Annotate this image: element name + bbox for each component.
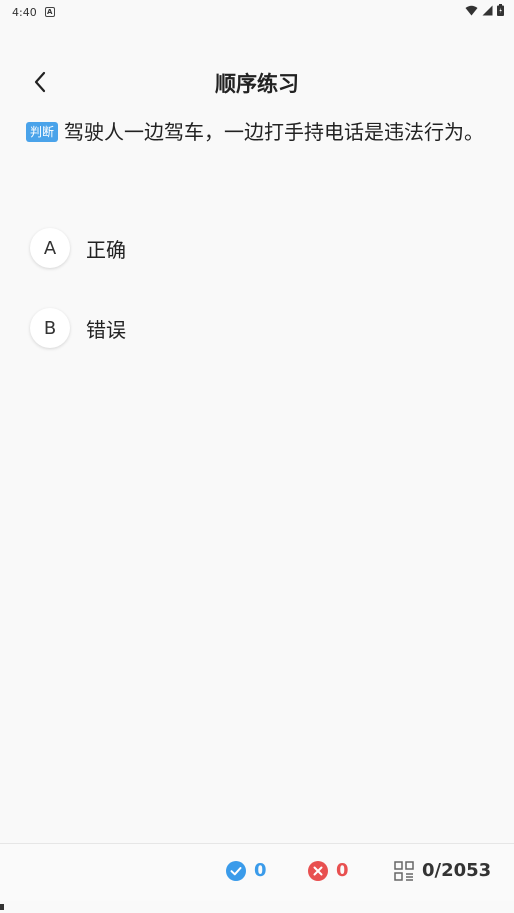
status-bar: 4:40 A [0,0,514,24]
notification-icon: A [44,7,55,17]
status-time: 4:40 [12,5,37,19]
option-letter: A [30,228,70,268]
wifi-icon [465,5,478,15]
question-text: 驾驶人一边驾车，一边打手持电话是违法行为。 [64,120,485,144]
cellular-icon [482,5,493,15]
option-letter: B [30,308,70,348]
x-circle-icon [308,860,328,881]
answer-sheet-icon [394,860,414,881]
question-type-badge: 判断 [26,122,59,142]
wrong-count-stat[interactable]: 0 [308,860,349,881]
correct-count-stat[interactable]: 0 [226,860,267,881]
edge-indicator [0,904,4,910]
progress-text: 0/2053 [422,860,492,881]
option-b[interactable]: B 错误 [30,308,490,348]
bottom-bar: 0 0 0/2053 [0,843,514,901]
correct-count: 0 [254,860,267,881]
status-icons [465,4,504,16]
header: 顺序练习 [0,56,514,106]
option-text: 错误 [86,317,126,342]
answer-sheet-button[interactable]: 0/2053 [394,860,491,881]
wrong-count: 0 [336,860,349,881]
page-title: 顺序练习 [215,72,299,96]
question: 判断 驾驶人一边驾车，一边打手持电话是违法行为。 [26,114,496,150]
check-circle-icon [226,860,246,881]
battery-icon [497,4,504,16]
option-text: 正确 [86,237,126,262]
option-a[interactable]: A 正确 [30,228,490,268]
